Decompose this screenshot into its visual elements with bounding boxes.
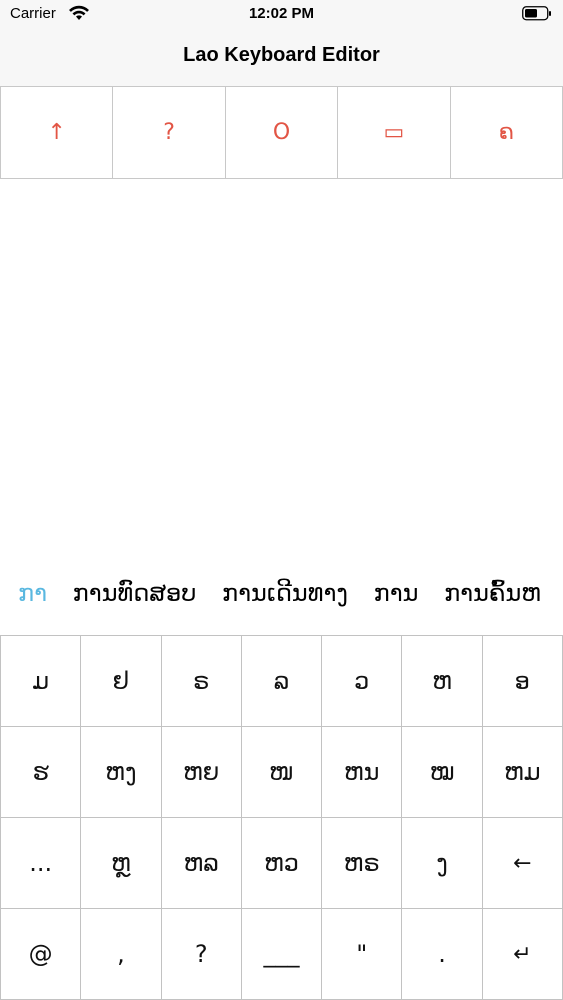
up-arrow-icon: ↑ — [47, 120, 66, 145]
suggestion-bar: ກາ ການທົດສອບ ການເດີນທາງ ການ ການຄົ້ນຫ — [0, 572, 563, 614]
keyboard-row: @ , ? ___ " . ↵ — [0, 908, 563, 1000]
question-key[interactable]: ? — [160, 908, 242, 1000]
top-bar: Carrier 12:02 PM Lao Keyboard Editor — [0, 0, 563, 86]
status-time: 12:02 PM — [248, 5, 315, 22]
up-arrow-button[interactable]: ↑ — [0, 86, 114, 179]
battery-icon — [522, 6, 551, 21]
comma-key[interactable]: , — [80, 908, 162, 1000]
circle-o-icon: O — [272, 120, 291, 145]
key[interactable]: ຫລ — [160, 817, 242, 909]
key[interactable]: ໜ — [240, 726, 323, 818]
key[interactable]: ວ — [321, 635, 403, 727]
rectangle-icon: ▭ — [383, 120, 405, 145]
status-bar: Carrier 12:02 PM — [0, 0, 563, 30]
suggestion-item[interactable]: ກາ — [18, 572, 47, 614]
key[interactable]: ຫ — [401, 635, 483, 727]
suggestion-item[interactable]: ການທົດສອບ — [73, 572, 197, 614]
question-icon: ? — [163, 120, 175, 145]
backspace-key[interactable]: ← — [481, 817, 563, 909]
suggestion-item[interactable]: ການ — [374, 572, 419, 614]
keyboard-row: ຮ ຫງ ຫຍ ໜ ຫນ ໝ ຫມ — [0, 726, 563, 818]
lao-letter-icon: ຄ — [498, 120, 514, 145]
key[interactable]: ມ — [0, 635, 82, 727]
quote-key[interactable]: " — [321, 908, 403, 1000]
page-title: Lao Keyboard Editor — [183, 44, 380, 66]
space-key[interactable]: ___ — [240, 908, 323, 1000]
lao-letter-button[interactable]: ຄ — [449, 86, 563, 179]
circle-o-button[interactable]: O — [224, 86, 339, 179]
key[interactable]: ຮ — [0, 726, 82, 818]
key[interactable]: ຣ — [160, 635, 242, 727]
text-editor[interactable] — [0, 179, 563, 569]
key[interactable]: ຫມ — [481, 726, 563, 818]
backspace-icon: ← — [513, 850, 532, 876]
key[interactable]: ຫຍ — [160, 726, 242, 818]
return-key[interactable]: ↵ — [481, 908, 563, 1000]
question-button[interactable]: ? — [112, 86, 226, 179]
toolbar: ↑ ? O ▭ ຄ — [0, 86, 563, 179]
keyboard-row: ... ຫຼ ຫລ ຫວ ຫຣ ງ ← — [0, 817, 563, 909]
rectangle-button[interactable]: ▭ — [337, 86, 451, 179]
suggestion-item[interactable]: ການເດີນທາງ — [222, 572, 348, 614]
key[interactable]: ຫຣ — [321, 817, 403, 909]
return-icon: ↵ — [513, 941, 532, 967]
key[interactable]: ຢ — [80, 635, 162, 727]
key[interactable]: ຫນ — [321, 726, 403, 818]
key[interactable]: ອ — [481, 635, 563, 727]
key[interactable]: ຫຼ — [80, 817, 162, 909]
key[interactable]: ຫງ — [80, 726, 162, 818]
key[interactable]: ລ — [240, 635, 323, 727]
period-key[interactable]: . — [401, 908, 483, 1000]
ellipsis-key[interactable]: ... — [0, 817, 82, 909]
keyboard-row: ມ ຢ ຣ ລ ວ ຫ ອ — [0, 635, 563, 727]
keyboard: ມ ຢ ຣ ລ ວ ຫ ອ ຮ ຫງ ຫຍ ໜ ຫນ ໝ ຫມ ... ຫຼ ຫ… — [0, 635, 563, 1000]
key[interactable]: ໝ — [401, 726, 483, 818]
key[interactable]: ຫວ — [240, 817, 323, 909]
key[interactable]: ງ — [401, 817, 483, 909]
at-key[interactable]: @ — [0, 908, 82, 1000]
suggestion-item[interactable]: ການຄົ້ນຫ — [444, 572, 541, 614]
